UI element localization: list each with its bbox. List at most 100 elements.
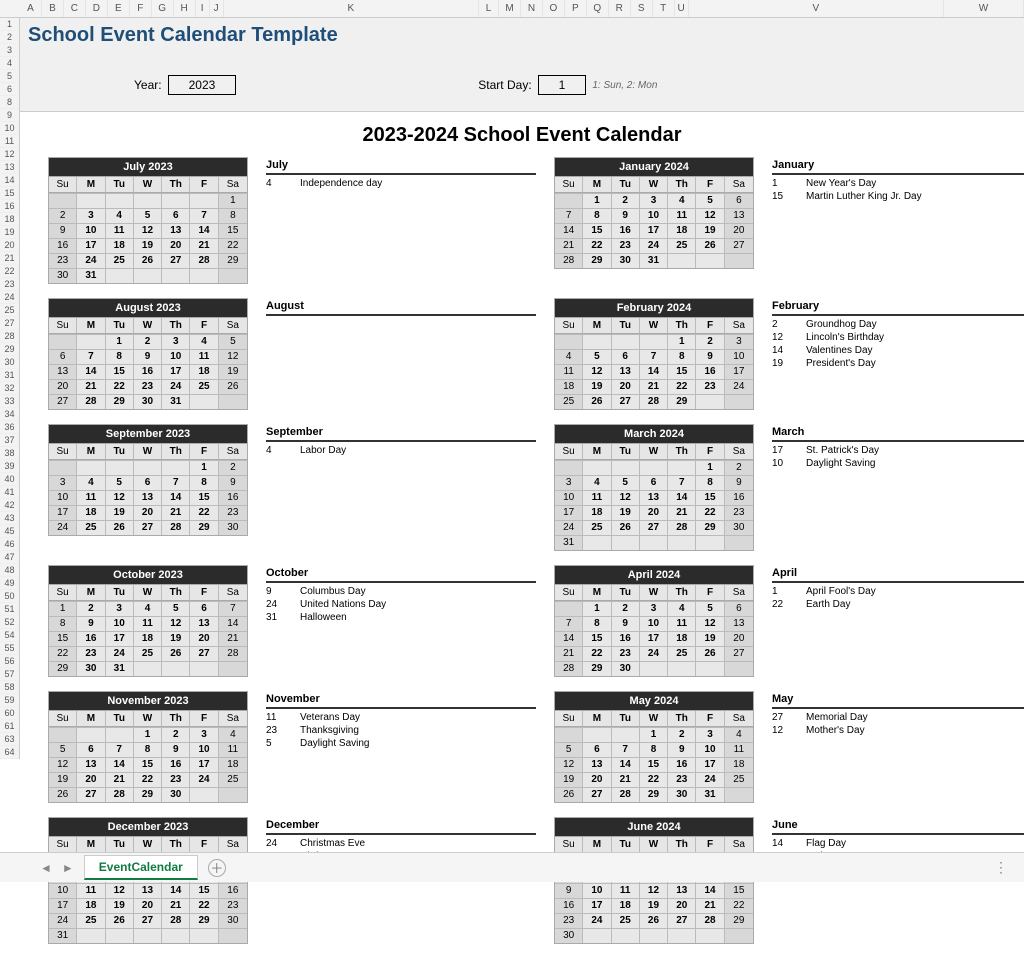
day-cell[interactable]: 20 <box>49 379 77 394</box>
day-cell[interactable]: 11 <box>134 616 162 631</box>
day-cell[interactable]: 6 <box>134 475 162 490</box>
day-cell[interactable]: 28 <box>612 787 640 802</box>
day-cell[interactable]: 14 <box>162 490 190 505</box>
day-cell[interactable] <box>49 460 77 475</box>
day-cell[interactable]: 30 <box>668 787 696 802</box>
day-cell[interactable]: 22 <box>725 898 753 913</box>
day-cell[interactable]: 8 <box>696 475 724 490</box>
day-cell[interactable]: 5 <box>612 475 640 490</box>
day-cell[interactable]: 26 <box>612 520 640 535</box>
day-cell[interactable]: 21 <box>219 631 247 646</box>
day-cell[interactable]: 10 <box>106 616 134 631</box>
day-cell[interactable]: 2 <box>219 460 247 475</box>
day-cell[interactable]: 18 <box>668 631 696 646</box>
day-cell[interactable]: 18 <box>612 898 640 913</box>
day-cell[interactable]: 26 <box>696 646 724 661</box>
day-cell[interactable]: 26 <box>219 379 247 394</box>
day-cell[interactable]: 30 <box>162 787 190 802</box>
day-cell[interactable]: 7 <box>162 475 190 490</box>
day-cell[interactable]: 18 <box>77 505 105 520</box>
day-cell[interactable]: 1 <box>134 727 162 742</box>
day-cell[interactable]: 27 <box>77 787 105 802</box>
day-cell[interactable]: 14 <box>696 883 724 898</box>
day-cell[interactable]: 30 <box>725 520 753 535</box>
day-cell[interactable]: 15 <box>219 223 247 238</box>
day-cell[interactable]: 7 <box>219 601 247 616</box>
day-cell[interactable] <box>583 334 611 349</box>
day-cell[interactable]: 21 <box>162 505 190 520</box>
day-cell[interactable]: 25 <box>612 913 640 928</box>
day-cell[interactable]: 25 <box>725 772 753 787</box>
day-cell[interactable]: 2 <box>725 460 753 475</box>
day-cell[interactable]: 1 <box>190 460 218 475</box>
day-cell[interactable]: 23 <box>696 379 724 394</box>
day-cell[interactable]: 16 <box>668 757 696 772</box>
day-cell[interactable]: 8 <box>106 349 134 364</box>
day-cell[interactable]: 3 <box>725 334 753 349</box>
day-cell[interactable]: 5 <box>219 334 247 349</box>
day-cell[interactable]: 13 <box>725 208 753 223</box>
day-cell[interactable]: 27 <box>583 787 611 802</box>
day-cell[interactable]: 18 <box>219 757 247 772</box>
day-cell[interactable]: 28 <box>162 913 190 928</box>
day-cell[interactable] <box>612 928 640 943</box>
day-cell[interactable]: 20 <box>162 238 190 253</box>
day-cell[interactable]: 21 <box>106 772 134 787</box>
day-cell[interactable]: 17 <box>725 364 753 379</box>
tab-eventcalendar[interactable]: EventCalendar <box>84 855 198 880</box>
day-cell[interactable]: 24 <box>555 520 583 535</box>
day-cell[interactable]: 5 <box>696 193 724 208</box>
day-cell[interactable]: 6 <box>640 475 668 490</box>
day-cell[interactable]: 9 <box>612 616 640 631</box>
day-cell[interactable]: 9 <box>612 208 640 223</box>
day-cell[interactable]: 3 <box>190 727 218 742</box>
day-cell[interactable] <box>555 334 583 349</box>
day-cell[interactable]: 10 <box>725 349 753 364</box>
day-cell[interactable]: 14 <box>219 616 247 631</box>
day-cell[interactable]: 29 <box>219 253 247 268</box>
day-cell[interactable]: 13 <box>612 364 640 379</box>
day-cell[interactable]: 24 <box>190 772 218 787</box>
day-cell[interactable] <box>49 334 77 349</box>
day-cell[interactable]: 30 <box>219 913 247 928</box>
day-cell[interactable]: 4 <box>190 334 218 349</box>
day-cell[interactable]: 29 <box>725 913 753 928</box>
day-cell[interactable]: 22 <box>190 505 218 520</box>
day-cell[interactable]: 16 <box>696 364 724 379</box>
day-cell[interactable]: 22 <box>190 898 218 913</box>
add-sheet-button[interactable]: ＋ <box>208 859 226 877</box>
day-cell[interactable]: 11 <box>77 883 105 898</box>
day-cell[interactable]: 27 <box>134 520 162 535</box>
day-cell[interactable] <box>134 460 162 475</box>
day-cell[interactable]: 12 <box>134 223 162 238</box>
day-cell[interactable]: 23 <box>668 772 696 787</box>
day-cell[interactable]: 17 <box>190 757 218 772</box>
day-cell[interactable]: 10 <box>640 208 668 223</box>
day-cell[interactable]: 18 <box>190 364 218 379</box>
day-cell[interactable] <box>106 193 134 208</box>
day-cell[interactable]: 17 <box>696 757 724 772</box>
day-cell[interactable]: 20 <box>134 898 162 913</box>
day-cell[interactable]: 27 <box>612 394 640 409</box>
day-cell[interactable]: 15 <box>583 631 611 646</box>
day-cell[interactable] <box>696 535 724 550</box>
day-cell[interactable] <box>134 193 162 208</box>
day-cell[interactable] <box>162 268 190 283</box>
day-cell[interactable]: 30 <box>612 661 640 676</box>
day-cell[interactable]: 19 <box>106 898 134 913</box>
day-cell[interactable]: 18 <box>725 757 753 772</box>
day-cell[interactable]: 5 <box>106 475 134 490</box>
day-cell[interactable]: 13 <box>162 223 190 238</box>
day-cell[interactable]: 26 <box>106 913 134 928</box>
day-cell[interactable] <box>583 535 611 550</box>
day-cell[interactable] <box>640 928 668 943</box>
day-cell[interactable] <box>583 460 611 475</box>
day-cell[interactable]: 23 <box>612 238 640 253</box>
day-cell[interactable]: 11 <box>583 490 611 505</box>
day-cell[interactable]: 26 <box>555 787 583 802</box>
day-cell[interactable]: 3 <box>77 208 105 223</box>
day-cell[interactable]: 20 <box>640 505 668 520</box>
day-cell[interactable] <box>162 928 190 943</box>
day-cell[interactable]: 9 <box>725 475 753 490</box>
day-cell[interactable]: 16 <box>219 883 247 898</box>
